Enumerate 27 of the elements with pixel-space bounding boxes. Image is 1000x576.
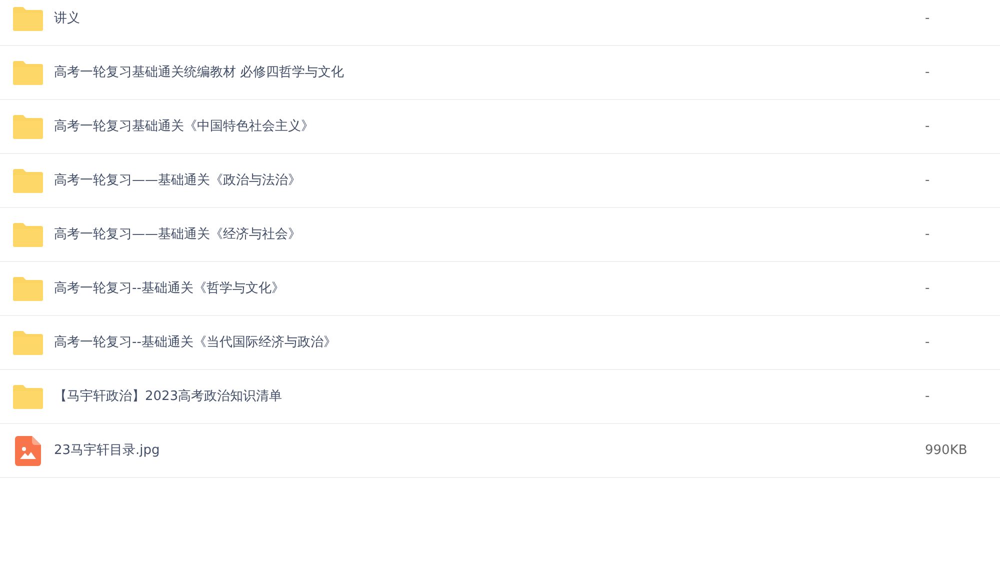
folder-icon xyxy=(12,6,44,32)
file-size: - xyxy=(925,226,931,244)
file-name[interactable]: 高考一轮复习基础通关《中国特色社会主义》 xyxy=(54,116,925,136)
folder-icon xyxy=(12,222,44,248)
file-name[interactable]: 23马宇轩目录.jpg xyxy=(54,440,925,460)
file-size: - xyxy=(925,334,931,352)
file-size: - xyxy=(925,10,931,28)
file-size: - xyxy=(925,280,931,298)
folder-icon xyxy=(12,60,44,86)
file-size: - xyxy=(925,118,931,136)
file-name[interactable]: 讲义 xyxy=(54,8,925,28)
file-name[interactable]: 高考一轮复习基础通关统编教材 必修四哲学与文化 xyxy=(54,62,925,82)
file-size: - xyxy=(925,64,931,82)
file-name[interactable]: 高考一轮复习--基础通关《当代国际经济与政治》 xyxy=(54,332,925,352)
folder-icon xyxy=(12,114,44,140)
file-name[interactable]: 【马宇轩政治】2023高考政治知识清单 xyxy=(54,386,925,406)
folder-icon xyxy=(12,384,44,410)
image-file-icon xyxy=(15,436,41,466)
folder-icon xyxy=(12,276,44,302)
file-name[interactable]: 高考一轮复习--基础通关《哲学与文化》 xyxy=(54,278,925,298)
folder-icon xyxy=(12,168,44,194)
file-size: - xyxy=(925,388,931,406)
folder-icon xyxy=(12,330,44,356)
file-size: - xyxy=(925,172,931,190)
file-name[interactable]: 高考一轮复习——基础通关《经济与社会》 xyxy=(54,224,925,244)
file-name[interactable]: 高考一轮复习——基础通关《政治与法治》 xyxy=(54,170,925,190)
file-size: 990KB xyxy=(925,442,968,460)
